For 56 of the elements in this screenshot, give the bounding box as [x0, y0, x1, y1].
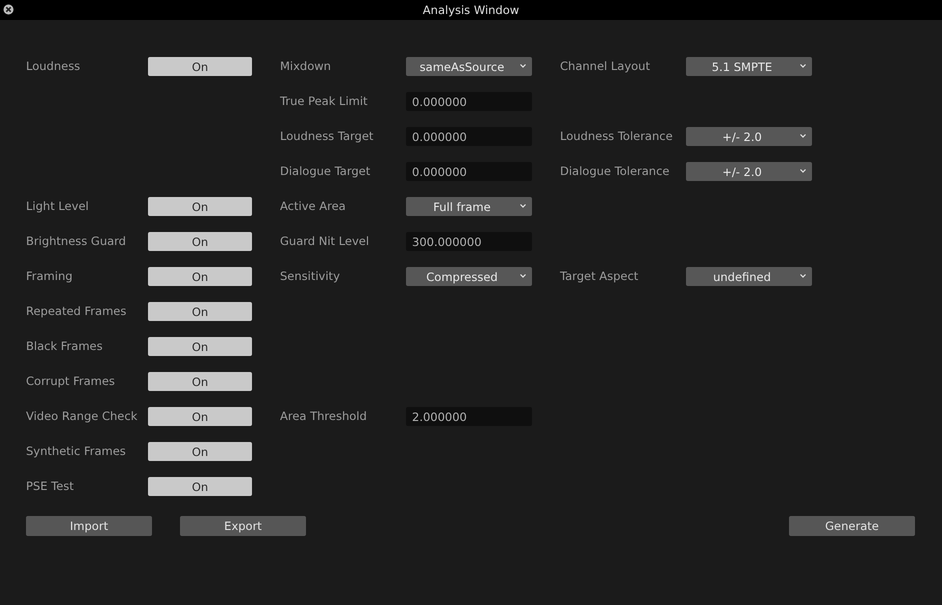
close-icon[interactable]	[3, 4, 14, 15]
chevron-down-icon	[800, 64, 806, 68]
toggle-button[interactable]: On	[148, 267, 252, 286]
setting-label: Light Level	[26, 198, 90, 215]
chevron-down-icon	[800, 274, 806, 278]
chevron-down-icon	[520, 204, 526, 208]
toggle-button[interactable]: On	[148, 232, 252, 251]
input-field[interactable]: 0.000000	[406, 92, 532, 111]
input-field[interactable]: 2.000000	[406, 407, 532, 426]
action-button[interactable]: Import	[26, 516, 152, 536]
setting-label: Dialogue Target	[280, 163, 372, 180]
setting-label: Black Frames	[26, 338, 104, 355]
setting-label: Mixdown	[280, 58, 332, 75]
setting-label: Corrupt Frames	[26, 373, 116, 390]
dropdown[interactable]: Compressed	[406, 267, 532, 286]
setting-label: Video Range Check	[26, 408, 138, 425]
input-field[interactable]: 0.000000	[406, 162, 532, 181]
toggle-button[interactable]: On	[148, 57, 252, 76]
toggle-button[interactable]: On	[148, 302, 252, 321]
input-field[interactable]: 0.000000	[406, 127, 532, 146]
toggle-button[interactable]: On	[148, 442, 252, 461]
toggle-button[interactable]: On	[148, 407, 252, 426]
setting-label: Synthetic Frames	[26, 443, 127, 460]
setting-label: True Peak Limit	[280, 93, 369, 110]
dropdown[interactable]: +/- 2.0	[686, 127, 812, 146]
toggle-button[interactable]: On	[148, 372, 252, 391]
dropdown[interactable]: undefined	[686, 267, 812, 286]
input-field[interactable]: 300.000000	[406, 232, 532, 251]
dropdown[interactable]: sameAsSource	[406, 57, 532, 76]
setting-label: PSE Test	[26, 478, 75, 495]
setting-label: Area Threshold	[280, 408, 368, 425]
toggle-button[interactable]: On	[148, 477, 252, 496]
action-button[interactable]: Export	[180, 516, 306, 536]
action-button[interactable]: Generate	[789, 516, 915, 536]
setting-label: Loudness Tolerance	[560, 128, 674, 145]
chevron-down-icon	[800, 169, 806, 173]
setting-label: Framing	[26, 268, 74, 285]
setting-label: Active Area	[280, 198, 347, 215]
setting-label: Guard Nit Level	[280, 233, 370, 250]
toggle-button[interactable]: On	[148, 197, 252, 216]
setting-label: Channel Layout	[560, 58, 651, 75]
window-title: Analysis Window	[422, 3, 520, 17]
dropdown[interactable]: +/- 2.0	[686, 162, 812, 181]
setting-label: Sensitivity	[280, 268, 341, 285]
setting-label: Target Aspect	[560, 268, 640, 285]
dropdown[interactable]: 5.1 SMPTE	[686, 57, 812, 76]
chevron-down-icon	[520, 64, 526, 68]
setting-label: Loudness Target	[280, 128, 374, 145]
setting-label: Dialogue Tolerance	[560, 163, 670, 180]
toggle-button[interactable]: On	[148, 337, 252, 356]
chevron-down-icon	[520, 274, 526, 278]
setting-label: Repeated Frames	[26, 303, 128, 320]
setting-label: Loudness	[26, 58, 82, 75]
chevron-down-icon	[800, 134, 806, 138]
setting-label: Brightness Guard	[26, 233, 127, 250]
dropdown[interactable]: Full frame	[406, 197, 532, 216]
